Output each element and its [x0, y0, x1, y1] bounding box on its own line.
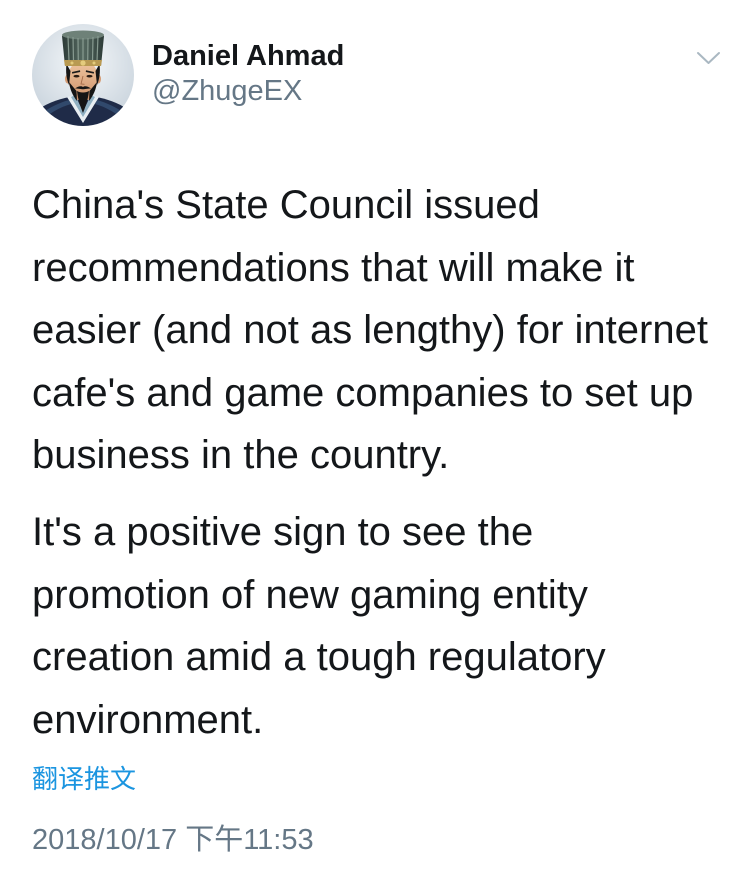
- tweet-paragraph: It's a positive sign to see the promotio…: [32, 501, 732, 751]
- tweet-text-line: creation amid a tough regulatory: [32, 635, 606, 679]
- tweet-text-line: easier (and not as lengthy) for internet: [32, 308, 708, 352]
- tweet-detail: Daniel Ahmad @ZhugeEX China's State Coun…: [0, 0, 750, 877]
- tweet-timestamp: 2018/10/17 下午11:53: [32, 824, 314, 856]
- tweet-text-line: It's a positive sign to see the: [32, 510, 534, 554]
- display-name[interactable]: Daniel Ahmad: [152, 42, 344, 71]
- avatar[interactable]: [32, 24, 134, 126]
- tweet-text-line: environment.: [32, 697, 264, 742]
- tweet-text-line: promotion of new gaming entity: [32, 572, 588, 617]
- tweet-text-line: business in the country.: [32, 433, 450, 477]
- user-handle[interactable]: @ZhugeEX: [152, 77, 302, 106]
- avatar-portrait-icon: [32, 24, 134, 126]
- avatar-hat: [62, 30, 104, 66]
- tweet-menu-button[interactable]: [696, 50, 721, 66]
- translate-tweet-link[interactable]: 翻译推文: [32, 767, 136, 793]
- tweet-text-line: China's State Council issued: [32, 183, 540, 227]
- tweet-paragraph: China's State Council issued recommendat…: [32, 174, 732, 487]
- tweet-text-line: cafe's and game companies to set up: [32, 370, 694, 415]
- chevron-down-icon: [697, 52, 720, 64]
- tweet-text-line: recommendations that will make it: [32, 245, 635, 290]
- tweet-text: China's State Council issued recommendat…: [32, 174, 732, 751]
